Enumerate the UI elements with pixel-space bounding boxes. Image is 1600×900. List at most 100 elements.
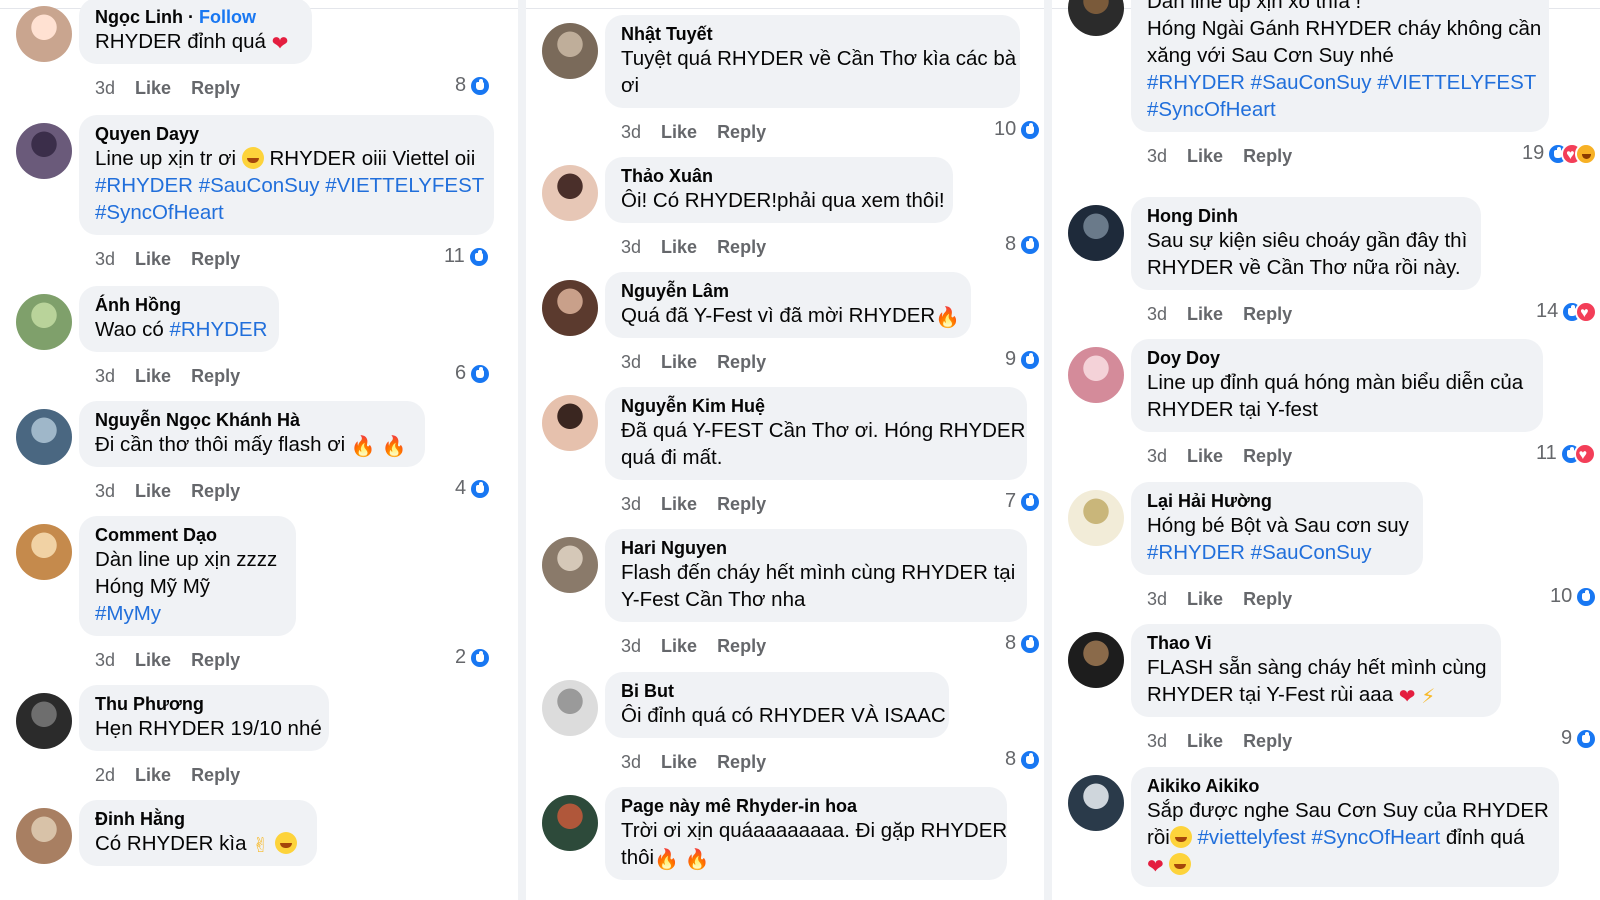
avatar[interactable] (542, 165, 598, 221)
reaction-summary[interactable]: 8 (1005, 233, 1042, 256)
reaction-summary[interactable]: 6 (455, 362, 492, 385)
hashtag-link[interactable]: #SauConSuy (1251, 71, 1372, 94)
avatar[interactable] (1068, 347, 1124, 403)
avatar[interactable] (16, 693, 72, 749)
like-button[interactable]: Like (1187, 731, 1223, 752)
reaction-summary[interactable]: 11 (444, 245, 490, 268)
reaction-summary[interactable]: 10 (1550, 585, 1598, 608)
comment-timestamp[interactable]: 3d (1147, 446, 1167, 467)
reaction-summary[interactable]: 9 (1561, 727, 1598, 750)
commenter-name[interactable]: Hong Dinh (1147, 206, 1238, 226)
commenter-name[interactable]: Quyen Dayy (95, 124, 199, 144)
comment-timestamp[interactable]: 3d (621, 494, 641, 515)
reply-button[interactable]: Reply (717, 237, 766, 258)
reply-button[interactable]: Reply (717, 494, 766, 515)
reply-button[interactable]: Reply (191, 765, 240, 786)
reply-button[interactable]: Reply (717, 122, 766, 143)
reply-button[interactable]: Reply (191, 78, 240, 99)
avatar[interactable] (542, 23, 598, 79)
reply-button[interactable]: Reply (717, 752, 766, 773)
comment-timestamp[interactable]: 3d (1147, 589, 1167, 610)
avatar[interactable] (542, 537, 598, 593)
avatar[interactable] (542, 280, 598, 336)
commenter-name[interactable]: Thảo Xuân (621, 166, 713, 186)
avatar[interactable] (16, 6, 72, 62)
commenter-name[interactable]: Thao Vi (1147, 633, 1212, 653)
like-button[interactable]: Like (1187, 589, 1223, 610)
like-button[interactable]: Like (135, 78, 171, 99)
reaction-summary[interactable]: 14 (1536, 300, 1598, 323)
reaction-summary[interactable]: 8 (455, 74, 492, 97)
reaction-summary[interactable]: 19 (1522, 142, 1598, 165)
like-button[interactable]: Like (661, 636, 697, 657)
comment-timestamp[interactable]: 3d (95, 249, 115, 270)
reaction-summary[interactable]: 10 (994, 118, 1042, 141)
reply-button[interactable]: Reply (717, 636, 766, 657)
reply-button[interactable]: Reply (191, 481, 240, 502)
reply-button[interactable]: Reply (1243, 589, 1292, 610)
avatar[interactable] (16, 524, 72, 580)
hashtag-link[interactable]: #RHYDER (1147, 541, 1245, 564)
hashtag-link[interactable]: #VIETTELYFEST (325, 174, 484, 197)
commenter-name[interactable]: Lại Hải Hường (1147, 491, 1272, 511)
like-button[interactable]: Like (661, 752, 697, 773)
follow-button[interactable]: Follow (199, 7, 256, 27)
like-button[interactable]: Like (135, 650, 171, 671)
avatar[interactable] (1068, 490, 1124, 546)
commenter-name[interactable]: Comment Dạo (95, 525, 217, 545)
comment-timestamp[interactable]: 3d (95, 650, 115, 671)
commenter-name[interactable]: Hari Nguyen (621, 538, 727, 558)
like-button[interactable]: Like (1187, 446, 1223, 467)
commenter-name[interactable]: Nguyễn Lâm (621, 281, 729, 301)
avatar[interactable] (16, 123, 72, 179)
hashtag-link[interactable]: #VIETTELYFEST (1377, 71, 1536, 94)
reaction-summary[interactable]: 2 (455, 646, 492, 669)
commenter-name[interactable]: Page này mê Rhyder-in hoa (621, 796, 857, 816)
comment-timestamp[interactable]: 2d (95, 765, 115, 786)
hashtag-link[interactable]: #RHYDER (1147, 71, 1245, 94)
reaction-summary[interactable]: 9 (1005, 348, 1042, 371)
reply-button[interactable]: Reply (191, 249, 240, 270)
comment-timestamp[interactable]: 3d (1147, 304, 1167, 325)
reaction-summary[interactable]: 8 (1005, 748, 1042, 771)
comment-timestamp[interactable]: 3d (621, 636, 641, 657)
like-button[interactable]: Like (661, 237, 697, 258)
comment-timestamp[interactable]: 3d (621, 122, 641, 143)
reply-button[interactable]: Reply (717, 352, 766, 373)
commenter-name[interactable]: Nhật Tuyết (621, 24, 713, 44)
commenter-name[interactable]: Aikiko Aikiko (1147, 776, 1259, 796)
like-button[interactable]: Like (1187, 304, 1223, 325)
hashtag-link[interactable]: #SyncOfHeart (95, 201, 224, 224)
comment-timestamp[interactable]: 3d (621, 752, 641, 773)
reply-button[interactable]: Reply (1243, 446, 1292, 467)
reaction-summary[interactable]: 11 (1536, 442, 1596, 465)
hashtag-link[interactable]: #RHYDER (95, 174, 193, 197)
commenter-name[interactable]: Bi But (621, 681, 674, 701)
like-button[interactable]: Like (135, 765, 171, 786)
hashtag-link[interactable]: #RHYDER (169, 318, 267, 341)
comment-timestamp[interactable]: 3d (95, 78, 115, 99)
avatar[interactable] (542, 680, 598, 736)
hashtag-link[interactable]: #SyncOfHeart (1311, 826, 1440, 849)
reaction-summary[interactable]: 8 (1005, 632, 1042, 655)
like-button[interactable]: Like (661, 494, 697, 515)
commenter-name[interactable]: Doy Doy (1147, 348, 1220, 368)
avatar[interactable] (16, 808, 72, 864)
avatar[interactable] (1068, 632, 1124, 688)
like-button[interactable]: Like (135, 366, 171, 387)
like-button[interactable]: Like (661, 122, 697, 143)
commenter-name[interactable]: Nguyễn Kim Huệ (621, 396, 765, 416)
comment-timestamp[interactable]: 3d (621, 237, 641, 258)
hashtag-link[interactable]: #viettelyfest (1198, 826, 1306, 849)
avatar[interactable] (16, 294, 72, 350)
commenter-name[interactable]: Đinh Hằng (95, 809, 185, 829)
avatar[interactable] (1068, 0, 1124, 36)
commenter-name[interactable]: Ngọc Linh (95, 7, 183, 27)
comment-timestamp[interactable]: 3d (1147, 731, 1167, 752)
comment-timestamp[interactable]: 3d (1147, 146, 1167, 167)
commenter-name[interactable]: Thu Phương (95, 694, 204, 714)
avatar[interactable] (542, 395, 598, 451)
avatar[interactable] (1068, 775, 1124, 831)
commenter-name[interactable]: Nguyễn Ngọc Khánh Hà (95, 410, 300, 430)
like-button[interactable]: Like (135, 481, 171, 502)
